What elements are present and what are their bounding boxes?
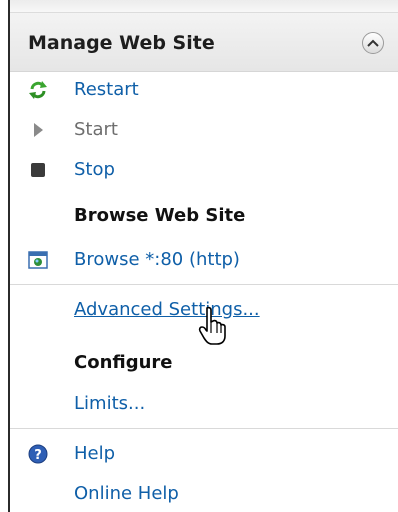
online-help-link[interactable]: Online Help <box>74 483 179 504</box>
help-action[interactable]: ? Help <box>10 436 398 472</box>
limits-link[interactable]: Limits... <box>74 393 145 414</box>
stop-link[interactable]: Stop <box>74 159 115 180</box>
browse-web-site-heading: Browse Web Site <box>74 205 246 226</box>
hand-pointer-cursor-icon <box>198 306 226 345</box>
manage-web-site-header[interactable]: Manage Web Site <box>10 12 398 72</box>
play-icon <box>34 123 43 137</box>
start-action: Start <box>10 112 398 148</box>
start-label: Start <box>74 119 118 140</box>
limits-action[interactable]: Limits... <box>10 386 398 422</box>
collapse-button[interactable] <box>362 32 384 54</box>
browser-window-icon <box>28 251 48 269</box>
separator <box>10 428 398 429</box>
chevron-up-icon <box>367 39 379 47</box>
browse-action[interactable]: Browse *:80 (http) <box>10 242 398 278</box>
refresh-icon <box>29 81 47 99</box>
svg-text:?: ? <box>34 448 42 463</box>
stop-action[interactable]: Stop <box>10 152 398 188</box>
restart-link[interactable]: Restart <box>74 79 139 100</box>
online-help-action[interactable]: Online Help <box>10 476 398 512</box>
help-icon: ? <box>28 444 48 464</box>
header-title: Manage Web Site <box>28 32 215 54</box>
stop-icon <box>31 163 45 177</box>
restart-action[interactable]: Restart <box>10 72 398 108</box>
configure-heading: Configure <box>74 352 173 373</box>
panel-top-band <box>10 0 398 12</box>
advanced-settings-link[interactable]: Advanced Settings... <box>74 299 260 320</box>
browse-link[interactable]: Browse *:80 (http) <box>74 249 240 270</box>
help-link[interactable]: Help <box>74 443 115 464</box>
separator <box>10 284 398 285</box>
